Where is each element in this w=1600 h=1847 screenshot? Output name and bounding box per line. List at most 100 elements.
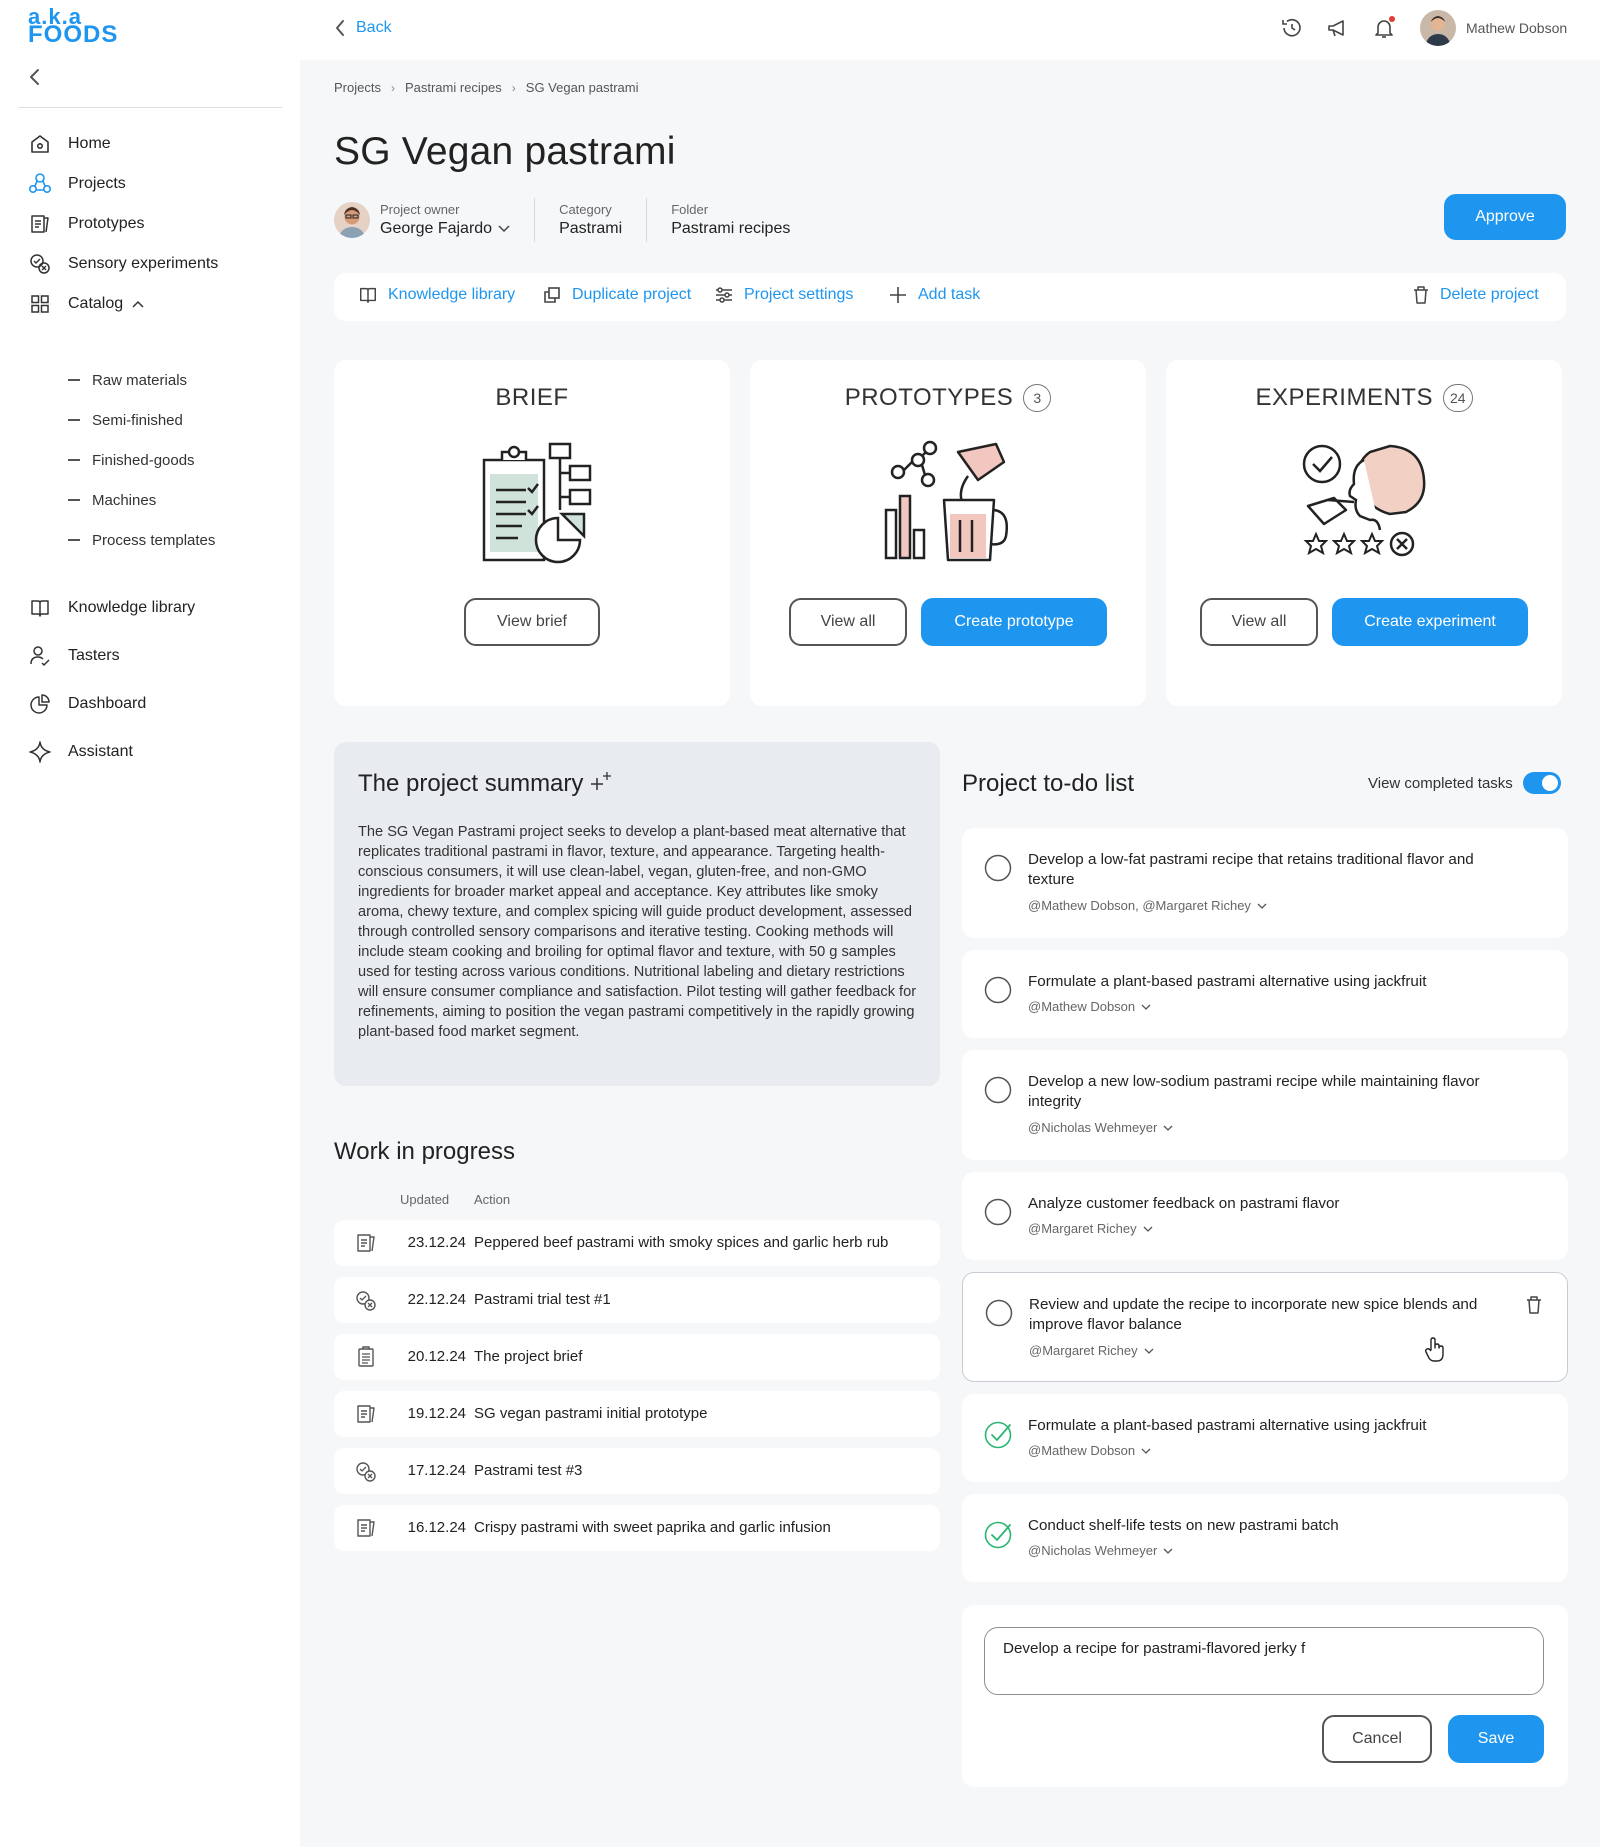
task-assignees[interactable]: @Mathew Dobson [1028,1443,1151,1458]
wip-row[interactable]: 16.12.24 Crispy pastrami with sweet papr… [334,1505,940,1551]
project-settings-button[interactable]: Project settings [714,285,853,305]
new-task-input[interactable]: Develop a recipe for pastrami-flavored j… [984,1627,1544,1695]
approve-button[interactable]: Approve [1444,194,1566,240]
breadcrumb-item[interactable]: Projects [334,80,381,95]
task-text: Formulate a plant-based pastrami alterna… [1028,1417,1427,1434]
summary-title: The project summary [358,770,613,798]
breadcrumb-item[interactable]: Pastrami recipes [405,80,502,95]
sidebar-item-catalog[interactable]: Catalog [28,284,145,324]
bell-icon[interactable] [1372,16,1396,40]
delete-task-button[interactable] [1525,1295,1545,1317]
sidebar-item-home[interactable]: Home [28,124,111,164]
task-checkbox-checked[interactable] [984,1520,1012,1549]
task-assignees[interactable]: @Margaret Richey [1028,1221,1153,1236]
delete-project-button[interactable]: Delete project [1412,285,1539,305]
sidebar-item-prototypes[interactable]: Prototypes [28,204,144,244]
sidebar-item-tasters[interactable]: Tasters [28,636,120,676]
wip-row[interactable]: 19.12.24 SG vegan pastrami initial proto… [334,1391,940,1437]
wip-row[interactable]: 17.12.24 Pastrami test #3 [334,1448,940,1494]
task-checkbox[interactable] [985,1299,1013,1327]
history-icon[interactable] [1280,16,1304,40]
sidebar-item-sensory-experiments[interactable]: Sensory experiments [28,244,218,284]
task-assignees[interactable]: @Nicholas Wehmeyer [1028,1543,1173,1558]
task-checkbox[interactable] [984,976,1012,1004]
sidebar-item-dashboard[interactable]: Dashboard [28,684,146,724]
chevron-down-icon [1141,1448,1151,1454]
task-checkbox-checked[interactable] [984,1420,1012,1449]
catalog-item-finished-goods[interactable]: Finished-goods [68,445,195,475]
folder-value: Pastrami recipes [671,220,791,237]
wip-row-action: The project brief [474,1348,583,1365]
task-assignees-text: @Mathew Dobson [1028,1443,1136,1458]
catalog-item-process-templates[interactable]: Process templates [68,525,215,555]
task-assignees[interactable]: @Mathew Dobson [1028,999,1151,1014]
task-assignees[interactable]: @Mathew Dobson, @Margaret Richey [1028,898,1267,913]
wip-row[interactable]: 22.12.24 Pastrami trial test #1 [334,1277,940,1323]
collapse-sidebar-button[interactable] [26,66,44,88]
catalog-item-raw-materials[interactable]: Raw materials [68,365,187,395]
task-text: Formulate a plant-based pastrami alterna… [1028,973,1427,990]
task-text: Analyze customer feedback on pastrami fl… [1028,1195,1340,1212]
experiment-icon [354,1460,378,1482]
wip-row[interactable]: 23.12.24 Peppered beef pastrami with smo… [334,1220,940,1266]
projects-icon [28,172,52,196]
brand-logo[interactable]: a.k.a FOODS [28,6,118,47]
notification-dot [1389,16,1395,22]
wip-row[interactable]: 20.12.24 The project brief [334,1334,940,1380]
category-block: Category Pastrami [559,202,646,238]
brief-card: BRIEF View brief [334,360,730,706]
project-toolbar: Knowledge library Duplicate project Proj… [334,273,1566,321]
task-assignees-text: @Mathew Dobson, @Margaret Richey [1028,898,1251,913]
sparkle-icon [28,740,52,764]
chevron-left-icon [334,18,346,38]
dash [68,459,80,461]
sidebar-item-label: Home [68,135,111,152]
task-checkbox[interactable] [984,1198,1012,1226]
chevron-down-icon [1163,1125,1173,1131]
wip-row-action: Pastrami test #3 [474,1462,583,1479]
task-checkbox[interactable] [984,854,1012,882]
view-completed-label: View completed tasks [1368,774,1513,792]
save-button[interactable]: Save [1448,1715,1544,1763]
announcement-icon[interactable] [1326,16,1350,40]
brief-title: BRIEF [495,384,569,411]
view-all-experiments-button[interactable]: View all [1200,598,1318,646]
todo-task-completed: Formulate a plant-based pastrami alterna… [962,1394,1568,1482]
duplicate-project-button[interactable]: Duplicate project [542,285,691,305]
todo-task: Formulate a plant-based pastrami alterna… [962,950,1568,1038]
add-task-button[interactable]: Add task [888,285,980,305]
task-assignees[interactable]: @Margaret Richey [1029,1343,1154,1358]
owner-selector[interactable]: Project owner George Fajardo [380,202,534,238]
back-button[interactable]: Back [334,18,392,38]
dash [68,379,80,381]
trash-icon [1527,1296,1541,1314]
catalog-item-semi-finished[interactable]: Semi-finished [68,405,183,435]
task-assignees[interactable]: @Nicholas Wehmeyer [1028,1120,1173,1135]
knowledge-library-button[interactable]: Knowledge library [358,285,515,305]
prototypes-icon [28,212,52,236]
view-completed-toggle[interactable] [1522,772,1561,794]
wip-row-date: 19.12.24 [407,1405,466,1422]
task-checkbox[interactable] [984,1076,1012,1104]
create-experiment-button[interactable]: Create experiment [1332,598,1528,646]
toggle-knob [1541,775,1558,791]
create-prototype-button[interactable]: Create prototype [921,598,1107,646]
cancel-button[interactable]: Cancel [1322,1715,1432,1763]
project-settings-label: Project settings [744,286,854,303]
sidebar-item-label: Tasters [68,647,120,664]
column-header-action: Action [474,1192,511,1207]
experiments-title: EXPERIMENTS [1255,384,1433,411]
owner-name: George Fajardo [380,220,493,237]
view-all-prototypes-button[interactable]: View all [789,598,907,646]
prototype-icon [354,1403,378,1425]
view-brief-button[interactable]: View brief [464,598,600,646]
sidebar-item-assistant[interactable]: Assistant [28,732,133,772]
knowledge-library-label: Knowledge library [388,286,516,303]
sidebar-item-label: Assistant [68,743,133,760]
sidebar-item-projects[interactable]: Projects [28,164,126,204]
user-menu[interactable]: Mathew Dobson [1420,10,1567,46]
sparkle-icon [591,772,612,790]
sidebar-item-knowledge-library[interactable]: Knowledge library [28,588,195,628]
task-text: Review and update the recipe to incorpor… [1029,1296,1478,1333]
catalog-item-machines[interactable]: Machines [68,485,156,515]
